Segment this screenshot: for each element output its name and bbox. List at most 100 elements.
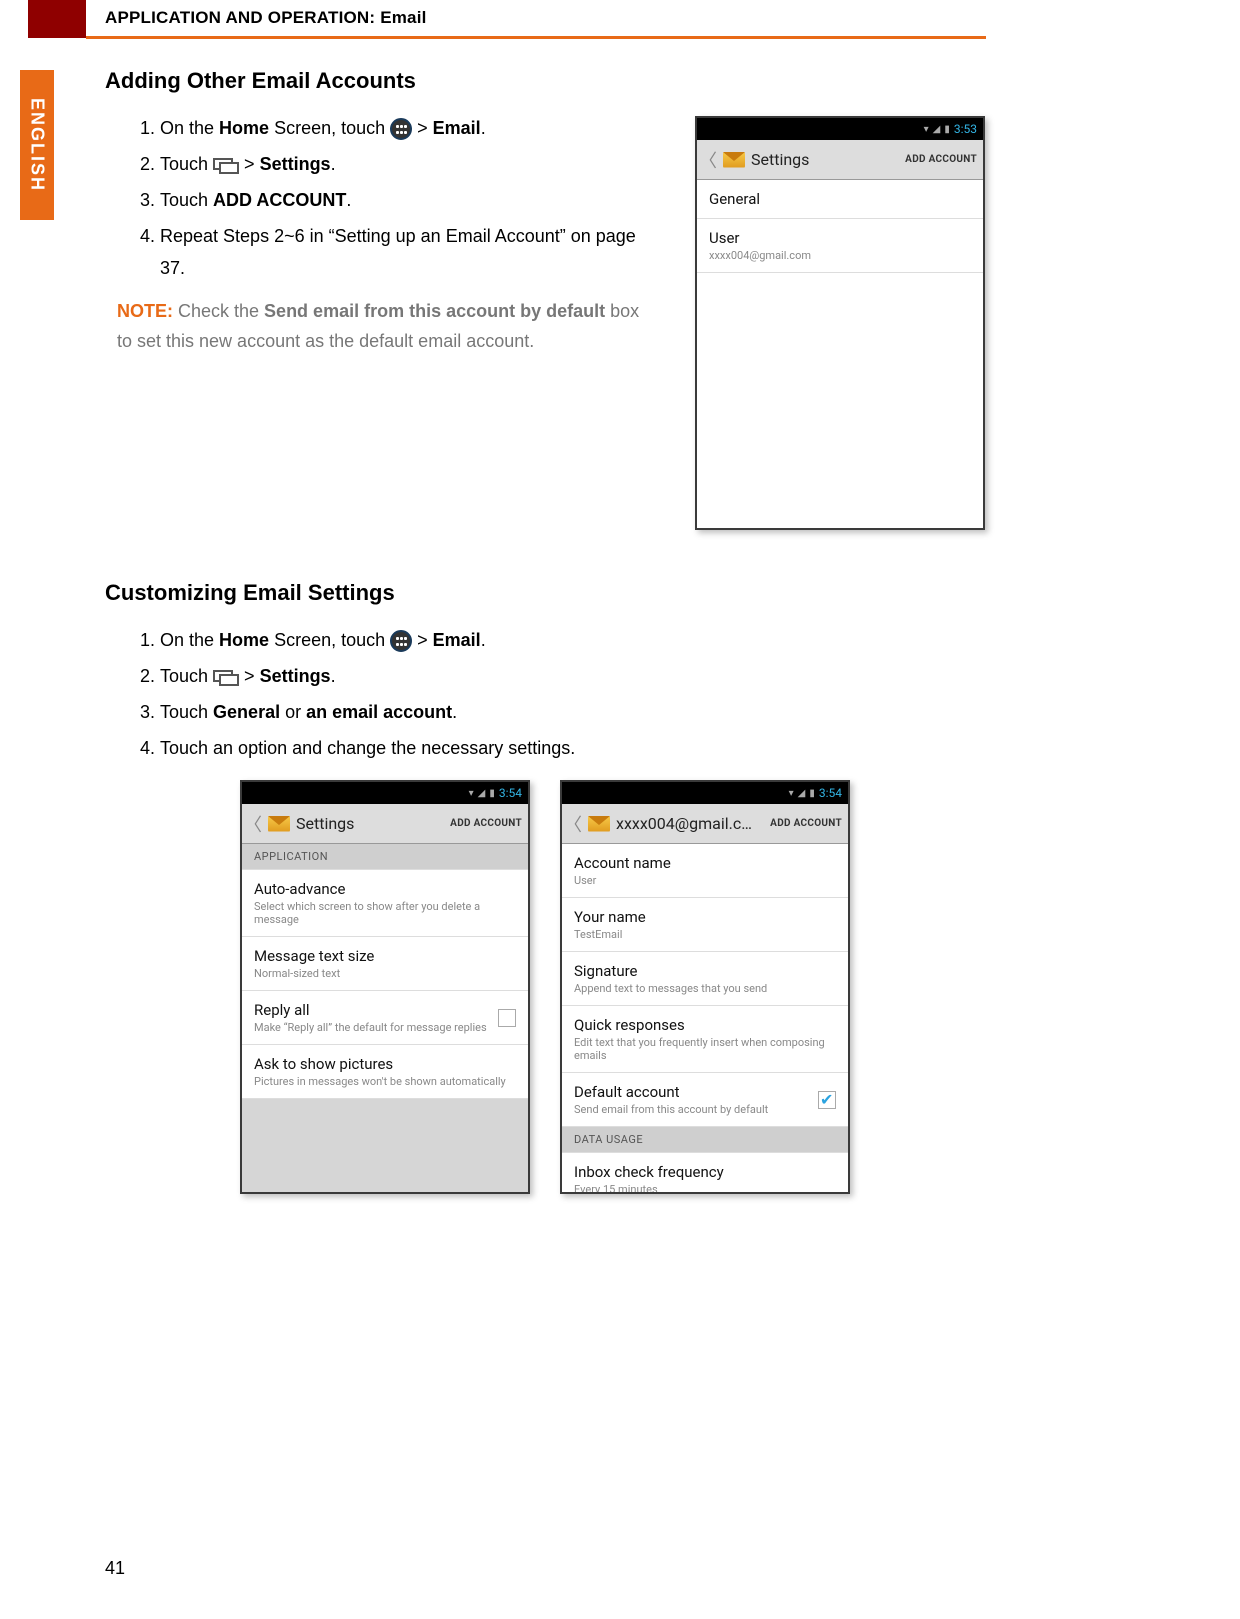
text: Screen, touch: [269, 118, 390, 138]
action-bar: 〈 Settings ADD ACCOUNT: [242, 804, 528, 844]
steps-list: On the Home Screen, touch > Email. Touch…: [105, 624, 985, 764]
row-subtitle: Select which screen to show after you de…: [254, 900, 516, 926]
step-4: Repeat Steps 2~6 in “Setting up an Email…: [160, 220, 645, 284]
text: .: [346, 190, 351, 210]
overflow-menu-icon: [213, 670, 239, 684]
row-title: Message text size: [254, 947, 516, 965]
page-header: APPLICATION AND OPERATION: Email: [105, 8, 427, 28]
text: .: [481, 630, 486, 650]
row-account-name[interactable]: Account name User: [562, 844, 848, 898]
row-subtitle: Normal-sized text: [254, 967, 516, 980]
bold: Send email from this account by default: [264, 301, 605, 321]
text: Touch: [160, 190, 213, 210]
row-subtitle: Append text to messages that you send: [574, 982, 836, 995]
row-title: Inbox check frequency: [574, 1163, 836, 1181]
add-account-button[interactable]: ADD ACCOUNT: [764, 818, 848, 829]
battery-icon: ▮: [809, 788, 815, 799]
row-inbox-frequency[interactable]: Inbox check frequency Every 15 minutes: [562, 1153, 848, 1192]
row-auto-advance[interactable]: Auto-advance Select which screen to show…: [242, 870, 528, 937]
step-2: Touch > Settings.: [160, 148, 645, 180]
action-bar: 〈 Settings ADD ACCOUNT: [697, 140, 983, 180]
row-subtitle: Make “Reply all” the default for message…: [254, 1021, 498, 1034]
row-title: Reply all: [254, 1001, 498, 1019]
signal-icon: ◢: [933, 124, 941, 135]
corner-block: [28, 0, 86, 38]
mail-icon: [268, 816, 290, 832]
screenshot-settings-accounts: ▾ ◢ ▮ 3:53 〈 Settings ADD ACCOUNT Genera…: [695, 116, 985, 530]
row-user-account[interactable]: User xxxx004@gmail.com: [697, 219, 983, 273]
text: >: [239, 666, 260, 686]
bold: General: [213, 702, 280, 722]
row-subtitle: Send email from this account by default: [574, 1103, 818, 1116]
battery-icon: ▮: [944, 124, 950, 135]
screenshot-account-settings: ▾ ◢ ▮ 3:54 〈 xxxx004@gmail.c… ADD ACCOUN…: [560, 780, 850, 1194]
row-subtitle: User: [574, 874, 836, 887]
row-title: User: [709, 229, 971, 247]
step-3: Touch ADD ACCOUNT.: [160, 184, 645, 216]
row-subtitle: Pictures in messages won't be shown auto…: [254, 1075, 516, 1088]
text: >: [412, 118, 433, 138]
header-rule: [86, 36, 986, 39]
row-title: Signature: [574, 962, 836, 980]
overflow-menu-icon: [213, 158, 239, 172]
bold: ADD ACCOUNT: [213, 190, 346, 210]
wifi-icon: ▾: [924, 124, 929, 135]
bold: Email: [433, 118, 481, 138]
bold: Settings: [260, 666, 331, 686]
row-subtitle: Edit text that you frequently insert whe…: [574, 1036, 836, 1062]
text: Check the: [173, 301, 264, 321]
text: .: [331, 666, 336, 686]
text: Touch: [160, 666, 213, 686]
heading-adding-accounts: Adding Other Email Accounts: [105, 68, 985, 94]
clock: 3:54: [499, 786, 522, 800]
step-1: On the Home Screen, touch > Email.: [160, 624, 985, 656]
signal-icon: ◢: [798, 788, 806, 799]
row-your-name[interactable]: Your name TestEmail: [562, 898, 848, 952]
signal-icon: ◢: [478, 788, 486, 799]
checkbox-checked[interactable]: [818, 1091, 836, 1109]
status-bar: ▾ ◢ ▮ 3:54: [562, 782, 848, 804]
row-title: Default account: [574, 1083, 818, 1101]
status-bar: ▾ ◢ ▮ 3:53: [697, 118, 983, 140]
text: .: [331, 154, 336, 174]
text: Touch: [160, 154, 213, 174]
checkbox[interactable]: [498, 1009, 516, 1027]
text: or: [280, 702, 306, 722]
status-bar: ▾ ◢ ▮ 3:54: [242, 782, 528, 804]
bold: an email account: [306, 702, 452, 722]
category-data-usage: DATA USAGE: [562, 1127, 848, 1153]
add-account-button[interactable]: ADD ACCOUNT: [899, 154, 983, 165]
step-4: Touch an option and change the necessary…: [160, 732, 985, 764]
row-signature[interactable]: Signature Append text to messages that y…: [562, 952, 848, 1006]
row-title: Ask to show pictures: [254, 1055, 516, 1073]
list: APPLICATION Auto-advance Select which sc…: [242, 844, 528, 1192]
row-reply-all[interactable]: Reply all Make “Reply all” the default f…: [242, 991, 528, 1045]
back-icon[interactable]: 〈: [562, 811, 588, 837]
row-title: Auto-advance: [254, 880, 516, 898]
row-subtitle: TestEmail: [574, 928, 836, 941]
row-text-size[interactable]: Message text size Normal-sized text: [242, 937, 528, 991]
row-quick-responses[interactable]: Quick responses Edit text that you frequ…: [562, 1006, 848, 1073]
screen-title: Settings: [751, 150, 899, 169]
step-1: On the Home Screen, touch > Email.: [160, 112, 645, 144]
language-tab: ENGLISH: [20, 70, 54, 220]
back-icon[interactable]: 〈: [242, 811, 268, 837]
text: .: [452, 702, 457, 722]
text: >: [239, 154, 260, 174]
add-account-button[interactable]: ADD ACCOUNT: [444, 818, 528, 829]
list: Account name User Your name TestEmail Si…: [562, 844, 848, 1192]
back-icon[interactable]: 〈: [697, 147, 723, 173]
text: Touch: [160, 702, 213, 722]
battery-icon: ▮: [489, 788, 495, 799]
bold: Home: [219, 630, 269, 650]
clock: 3:54: [819, 786, 842, 800]
row-subtitle: Every 15 minutes: [574, 1183, 836, 1192]
row-ask-pictures[interactable]: Ask to show pictures Pictures in message…: [242, 1045, 528, 1099]
screenshot-general-settings: ▾ ◢ ▮ 3:54 〈 Settings ADD ACCOUNT APPLIC…: [240, 780, 530, 1194]
row-general[interactable]: General: [697, 180, 983, 219]
step-2: Touch > Settings.: [160, 660, 985, 692]
screen-title: xxxx004@gmail.c…: [616, 814, 764, 833]
row-title: Quick responses: [574, 1016, 836, 1034]
row-default-account[interactable]: Default account Send email from this acc…: [562, 1073, 848, 1127]
wifi-icon: ▾: [469, 788, 474, 799]
